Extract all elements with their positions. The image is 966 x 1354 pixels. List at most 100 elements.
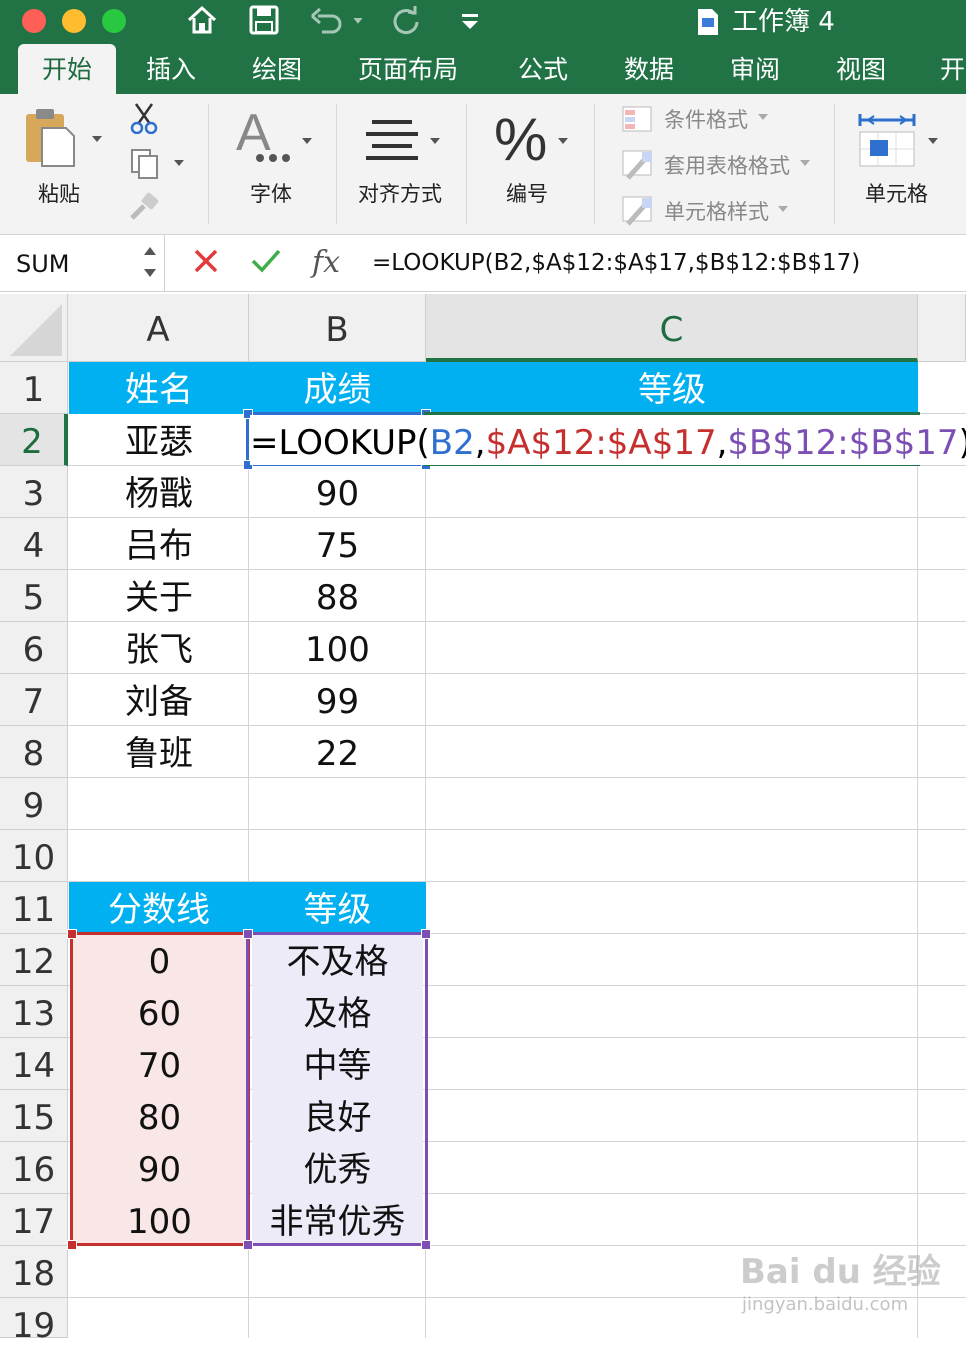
- cell-b11[interactable]: 等级: [249, 882, 426, 934]
- tab-insert[interactable]: 插入: [146, 44, 196, 94]
- align-label: 对齐方式: [358, 182, 442, 206]
- cell-styles-dropdown-icon[interactable]: [778, 206, 788, 212]
- table-format-dropdown-icon[interactable]: [800, 160, 810, 166]
- reference-handle[interactable]: [67, 929, 77, 939]
- font-dropdown-icon[interactable]: [302, 138, 312, 144]
- formula-bar: SUM fx =LOOKUP(B2,$A$12:$A$17,$B$12:$B$1…: [0, 235, 966, 292]
- tab-view[interactable]: 视图: [836, 44, 886, 94]
- conditional-format-button[interactable]: 条件格式: [664, 104, 748, 134]
- save-icon[interactable]: [248, 4, 280, 44]
- row-header[interactable]: 9: [0, 778, 68, 830]
- row-header[interactable]: 2: [0, 414, 68, 466]
- paste-dropdown-icon[interactable]: [92, 136, 102, 142]
- reference-handle[interactable]: [243, 929, 253, 939]
- font-icon[interactable]: A: [236, 104, 296, 170]
- row-header[interactable]: 8: [0, 726, 68, 778]
- format-painter-icon[interactable]: [128, 192, 160, 226]
- tab-formulas[interactable]: 公式: [518, 44, 568, 94]
- reference-handle[interactable]: [67, 1240, 77, 1250]
- conditional-format-icon[interactable]: [622, 106, 652, 136]
- cell-b3[interactable]: 90: [249, 466, 426, 518]
- row-header[interactable]: 13: [0, 986, 68, 1038]
- cell-a5[interactable]: 关于: [69, 570, 249, 622]
- cell-a4[interactable]: 吕布: [69, 518, 249, 570]
- cell-a2[interactable]: 亚瑟: [69, 414, 249, 466]
- tab-page-layout[interactable]: 页面布局: [358, 44, 458, 94]
- tab-draw[interactable]: 绘图: [252, 44, 302, 94]
- reference-handle[interactable]: [243, 1240, 253, 1250]
- reference-handle[interactable]: [421, 929, 431, 939]
- table-format-icon[interactable]: [622, 150, 654, 184]
- row-header[interactable]: 16: [0, 1142, 68, 1194]
- row-header[interactable]: 17: [0, 1194, 68, 1246]
- row-header[interactable]: 18: [0, 1246, 68, 1298]
- close-window-button[interactable]: [22, 9, 46, 33]
- copy-dropdown-icon[interactable]: [174, 160, 184, 166]
- row-header[interactable]: 19: [0, 1298, 68, 1346]
- row-header[interactable]: 12: [0, 934, 68, 986]
- cell-styles-icon[interactable]: [622, 196, 654, 230]
- cell-a6[interactable]: 张飞: [69, 622, 249, 674]
- cancel-icon[interactable]: [192, 247, 220, 279]
- row-header[interactable]: 1: [0, 362, 68, 414]
- undo-icon[interactable]: [310, 4, 363, 44]
- minimize-window-button[interactable]: [62, 9, 86, 33]
- name-box-value: SUM: [16, 250, 70, 278]
- cells-dropdown-icon[interactable]: [928, 138, 938, 144]
- cell-b8[interactable]: 22: [249, 726, 426, 778]
- tab-home[interactable]: 开始: [18, 44, 116, 94]
- enter-check-icon[interactable]: [250, 247, 282, 279]
- paste-icon[interactable]: [22, 106, 78, 172]
- copy-icon[interactable]: [130, 148, 160, 184]
- percent-icon[interactable]: %: [494, 106, 548, 173]
- conditional-format-dropdown-icon[interactable]: [758, 114, 768, 120]
- cut-icon[interactable]: [128, 102, 160, 138]
- insert-function-button[interactable]: fx: [312, 243, 340, 283]
- row-header[interactable]: 7: [0, 674, 68, 726]
- cell-a1[interactable]: 姓名: [69, 362, 249, 414]
- row-header[interactable]: 3: [0, 466, 68, 518]
- formula-ref-b2: B2: [429, 423, 475, 463]
- zoom-window-button[interactable]: [102, 9, 126, 33]
- column-header-a[interactable]: A: [68, 294, 249, 362]
- select-all-button[interactable]: [0, 294, 68, 362]
- cell-a7[interactable]: 刘备: [69, 674, 249, 726]
- cell-edit-formula[interactable]: =LOOKUP(B2,$A$12:$A$17,$B$12:$B$17): [250, 415, 966, 465]
- tab-overflow[interactable]: 开: [940, 44, 965, 94]
- cell-b7[interactable]: 99: [249, 674, 426, 726]
- row-header[interactable]: 11: [0, 882, 68, 934]
- cell-styles-button[interactable]: 单元格样式: [664, 196, 769, 226]
- name-box[interactable]: SUM: [0, 235, 165, 291]
- cell-c1[interactable]: 等级: [426, 362, 918, 414]
- cell-a3[interactable]: 杨戬: [69, 466, 249, 518]
- cell-b5[interactable]: 88: [249, 570, 426, 622]
- cell-b1[interactable]: 成绩: [249, 362, 426, 414]
- row-header[interactable]: 4: [0, 518, 68, 570]
- formula-ref-a12-a17: $A$12:$A$17: [485, 423, 717, 463]
- row-header[interactable]: 15: [0, 1090, 68, 1142]
- row-header[interactable]: 5: [0, 570, 68, 622]
- column-header-c[interactable]: C: [426, 294, 918, 362]
- cell-b6[interactable]: 100: [249, 622, 426, 674]
- home-icon[interactable]: [186, 4, 218, 44]
- redo-icon[interactable]: [390, 4, 422, 44]
- row-header[interactable]: 14: [0, 1038, 68, 1090]
- cell-b4[interactable]: 75: [249, 518, 426, 570]
- tab-review[interactable]: 审阅: [730, 44, 780, 94]
- number-dropdown-icon[interactable]: [558, 138, 568, 144]
- reference-handle[interactable]: [421, 1240, 431, 1250]
- align-dropdown-icon[interactable]: [430, 138, 440, 144]
- customize-icon[interactable]: [460, 4, 480, 44]
- row-header[interactable]: 6: [0, 622, 68, 674]
- column-header-d[interactable]: [918, 294, 966, 362]
- column-header-b[interactable]: B: [249, 294, 426, 362]
- cell-a11[interactable]: 分数线: [69, 882, 249, 934]
- cell-a8[interactable]: 鲁班: [69, 726, 249, 778]
- align-icon[interactable]: [366, 116, 418, 166]
- name-box-stepper-icon[interactable]: [142, 243, 158, 287]
- tab-data[interactable]: 数据: [624, 44, 674, 94]
- table-format-button[interactable]: 套用表格格式: [664, 150, 790, 180]
- formula-input[interactable]: =LOOKUP(B2,$A$12:$A$17,$B$12:$B$17): [372, 245, 860, 281]
- cells-icon[interactable]: [856, 110, 918, 172]
- row-header[interactable]: 10: [0, 830, 68, 882]
